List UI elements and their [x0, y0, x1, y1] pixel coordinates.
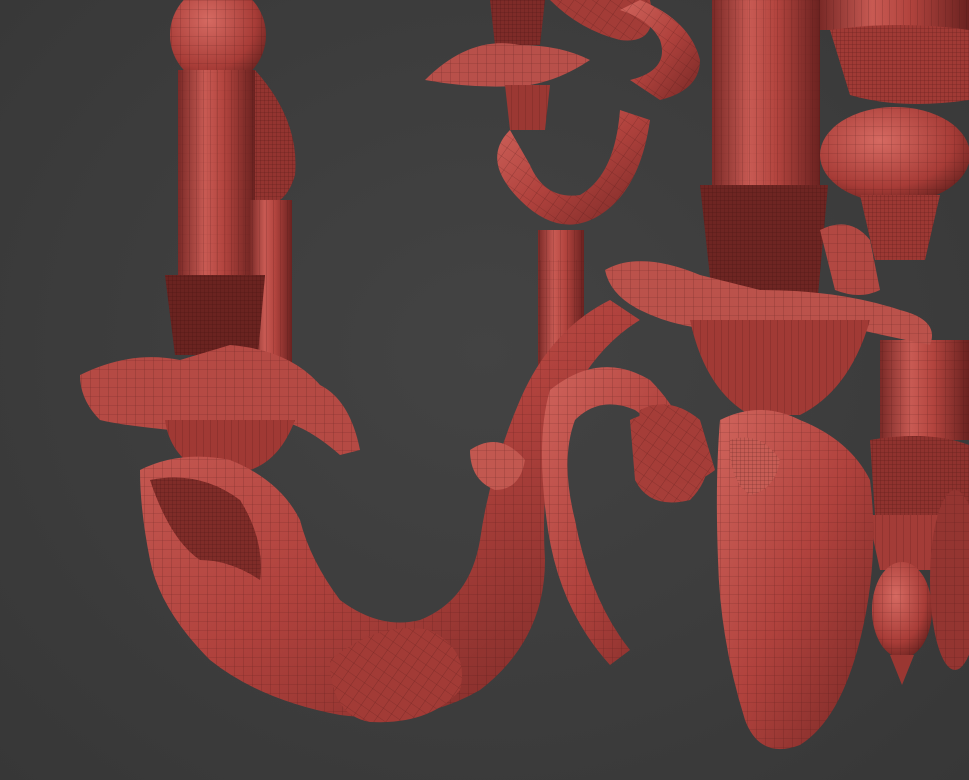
- 3d-viewport[interactable]: [0, 0, 969, 780]
- chandelier-render: [80, 0, 969, 750]
- back-candle-arm: [425, 0, 700, 390]
- left-candle: [80, 0, 360, 470]
